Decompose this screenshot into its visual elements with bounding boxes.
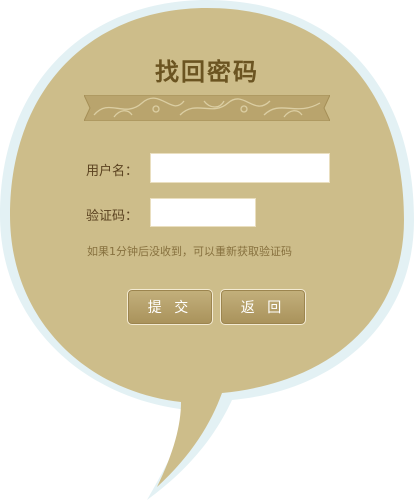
captcha-label: 验证码： bbox=[86, 209, 139, 224]
decorative-banner bbox=[84, 95, 330, 121]
captcha-input[interactable] bbox=[150, 198, 256, 227]
back-button[interactable]: 返 回 bbox=[220, 289, 306, 325]
page-title: 找回密码 bbox=[155, 57, 259, 86]
username-input[interactable] bbox=[150, 153, 330, 183]
username-label: 用户名： bbox=[86, 164, 139, 179]
resend-hint: 如果1分钟后没收到，可以重新获取验证码 bbox=[87, 245, 292, 258]
submit-button[interactable]: 提 交 bbox=[127, 289, 213, 325]
